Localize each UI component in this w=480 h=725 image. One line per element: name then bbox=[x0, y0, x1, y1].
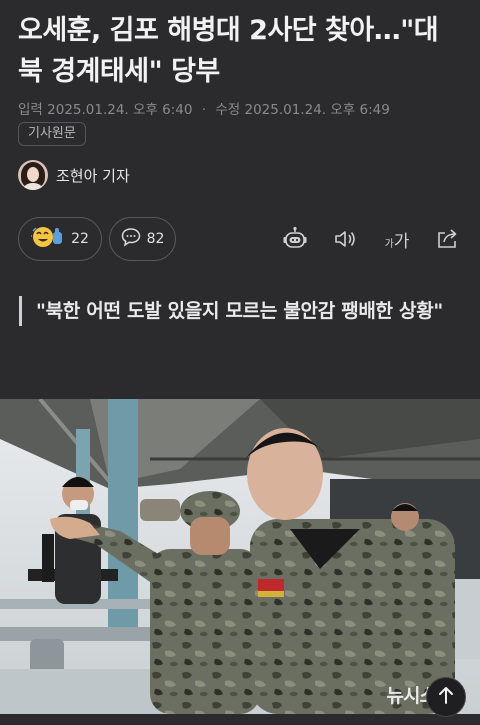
original-article-button[interactable]: 기사원문 bbox=[18, 122, 86, 146]
arrow-up-icon bbox=[437, 685, 455, 709]
published-date: 2025.01.24. 오후 6:40 bbox=[47, 102, 193, 118]
share-icon[interactable] bbox=[433, 225, 461, 253]
comment-count: 82 bbox=[146, 231, 165, 247]
font-size-icon[interactable]: 가 가 bbox=[380, 225, 414, 253]
author-name: 조현아 기자 bbox=[56, 166, 130, 185]
font-size-small-glyph: 가 bbox=[384, 238, 394, 250]
scroll-to-top-button[interactable] bbox=[426, 677, 466, 717]
date-separator: · bbox=[201, 102, 207, 118]
article-photo: 뉴시스 bbox=[0, 399, 480, 714]
speaker-icon[interactable] bbox=[331, 225, 359, 253]
article-photo-illustration bbox=[0, 399, 480, 714]
modified-date: 2025.01.24. 오후 6:49 bbox=[244, 102, 390, 118]
emoji-reaction-icon bbox=[31, 225, 65, 253]
published-label: 입력 bbox=[18, 102, 43, 118]
modified-label: 수정 bbox=[215, 102, 241, 118]
font-size-large-glyph: 가 bbox=[393, 231, 410, 252]
speech-bubble-icon bbox=[121, 227, 141, 251]
robot-tts-icon[interactable] bbox=[281, 225, 309, 253]
author-avatar bbox=[18, 160, 48, 190]
reaction-count: 22 bbox=[71, 231, 89, 247]
author-byline[interactable]: 조현아 기자 bbox=[18, 159, 130, 191]
article-dates: 입력 2025.01.24. 오후 6:40 · 수정 2025.01.24. … bbox=[18, 98, 390, 118]
reaction-button[interactable]: 22 bbox=[18, 217, 102, 261]
comment-button[interactable]: 82 bbox=[109, 217, 176, 261]
article-headline: 오세훈, 김포 해병대 2사단 찾아…"대북 경계태세" 당부 bbox=[18, 15, 439, 87]
article-subheading: "북한 어떤 도발 있을지 모르는 불안감 팽배한 상황" bbox=[19, 296, 459, 326]
